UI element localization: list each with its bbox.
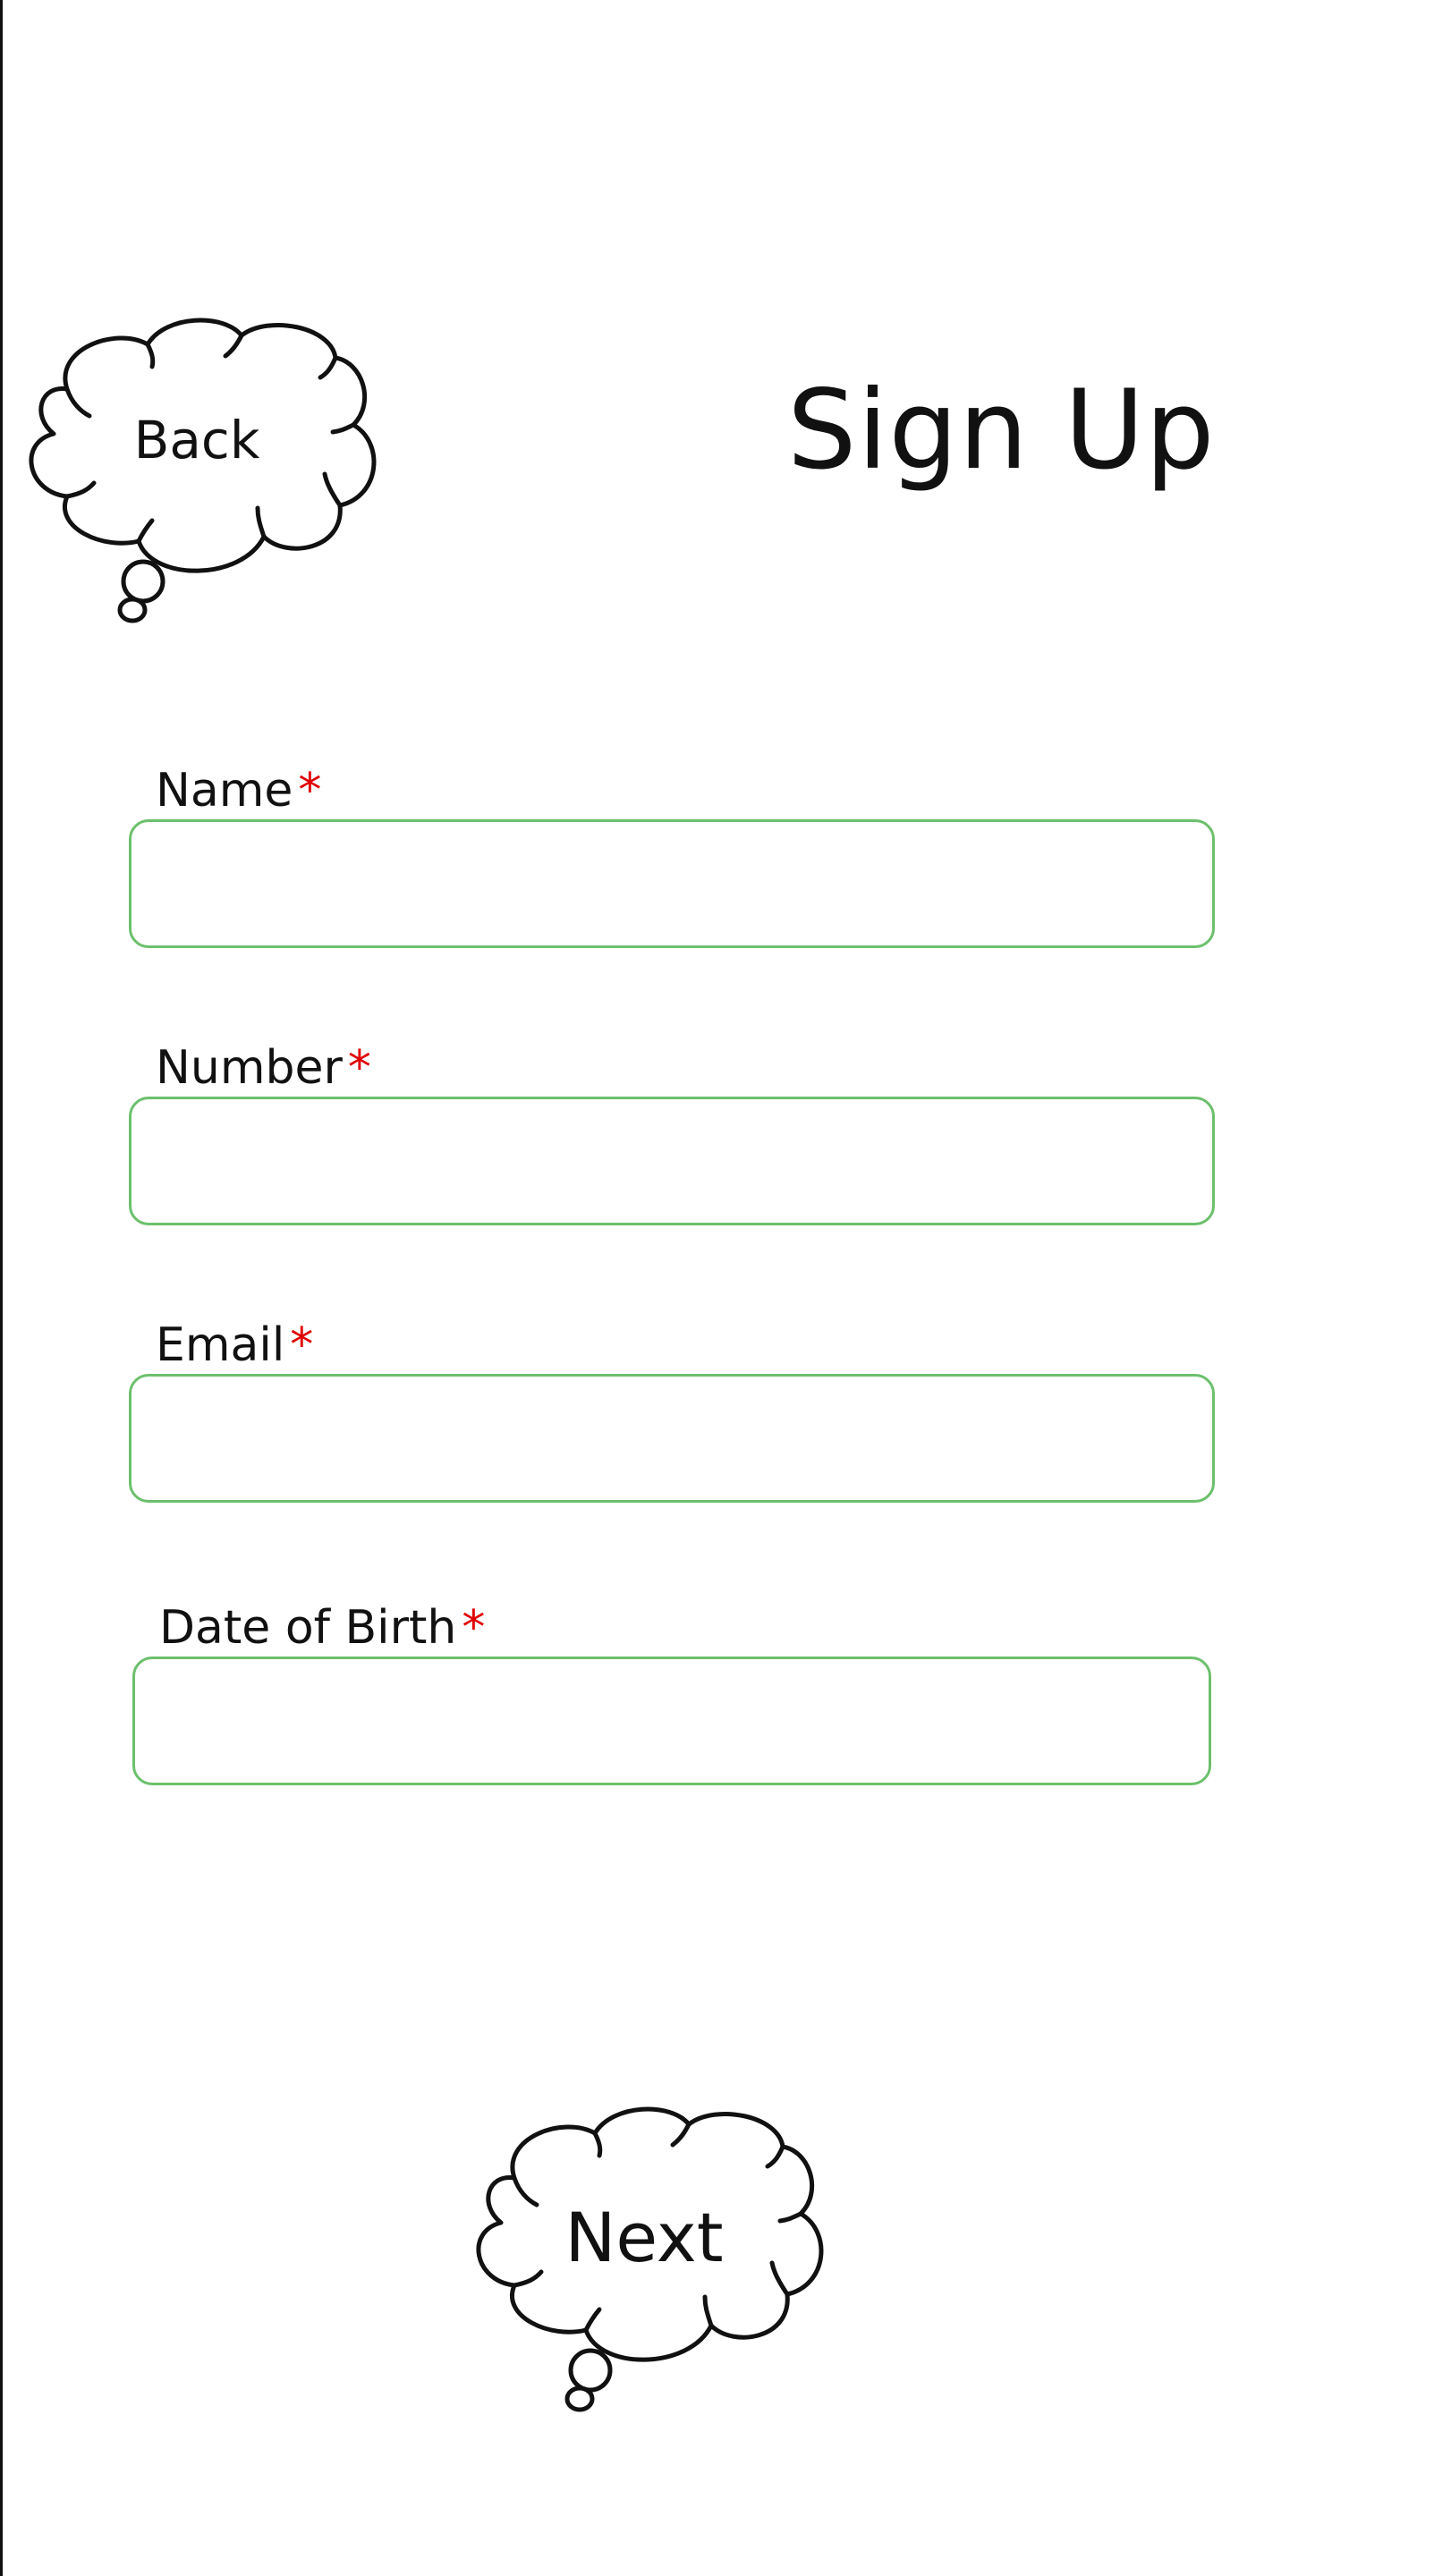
required-marker: * bbox=[290, 1318, 314, 1372]
next-button[interactable]: Next bbox=[465, 2093, 832, 2415]
number-label-text: Number bbox=[156, 1041, 343, 1095]
name-input[interactable] bbox=[129, 819, 1215, 948]
back-button-label: Back bbox=[133, 410, 260, 470]
back-button[interactable]: Back bbox=[18, 304, 385, 626]
dob-input[interactable] bbox=[132, 1657, 1211, 1785]
number-field-label: Number * bbox=[156, 1045, 371, 1091]
number-input[interactable] bbox=[129, 1097, 1215, 1225]
name-field-label: Name * bbox=[156, 767, 321, 814]
dob-label-text: Date of Birth bbox=[159, 1601, 457, 1655]
email-input[interactable] bbox=[129, 1374, 1215, 1503]
page-title: Sign Up bbox=[787, 367, 1216, 494]
required-marker: * bbox=[347, 1041, 371, 1095]
page-edge-line bbox=[0, 0, 3, 2576]
dob-field-label: Date of Birth * bbox=[159, 1605, 485, 1651]
required-marker: * bbox=[462, 1601, 486, 1655]
required-marker: * bbox=[298, 764, 322, 818]
email-field-label: Email * bbox=[156, 1322, 313, 1368]
next-button-label: Next bbox=[564, 2198, 724, 2277]
name-label-text: Name bbox=[156, 764, 293, 818]
email-label-text: Email bbox=[156, 1318, 285, 1372]
